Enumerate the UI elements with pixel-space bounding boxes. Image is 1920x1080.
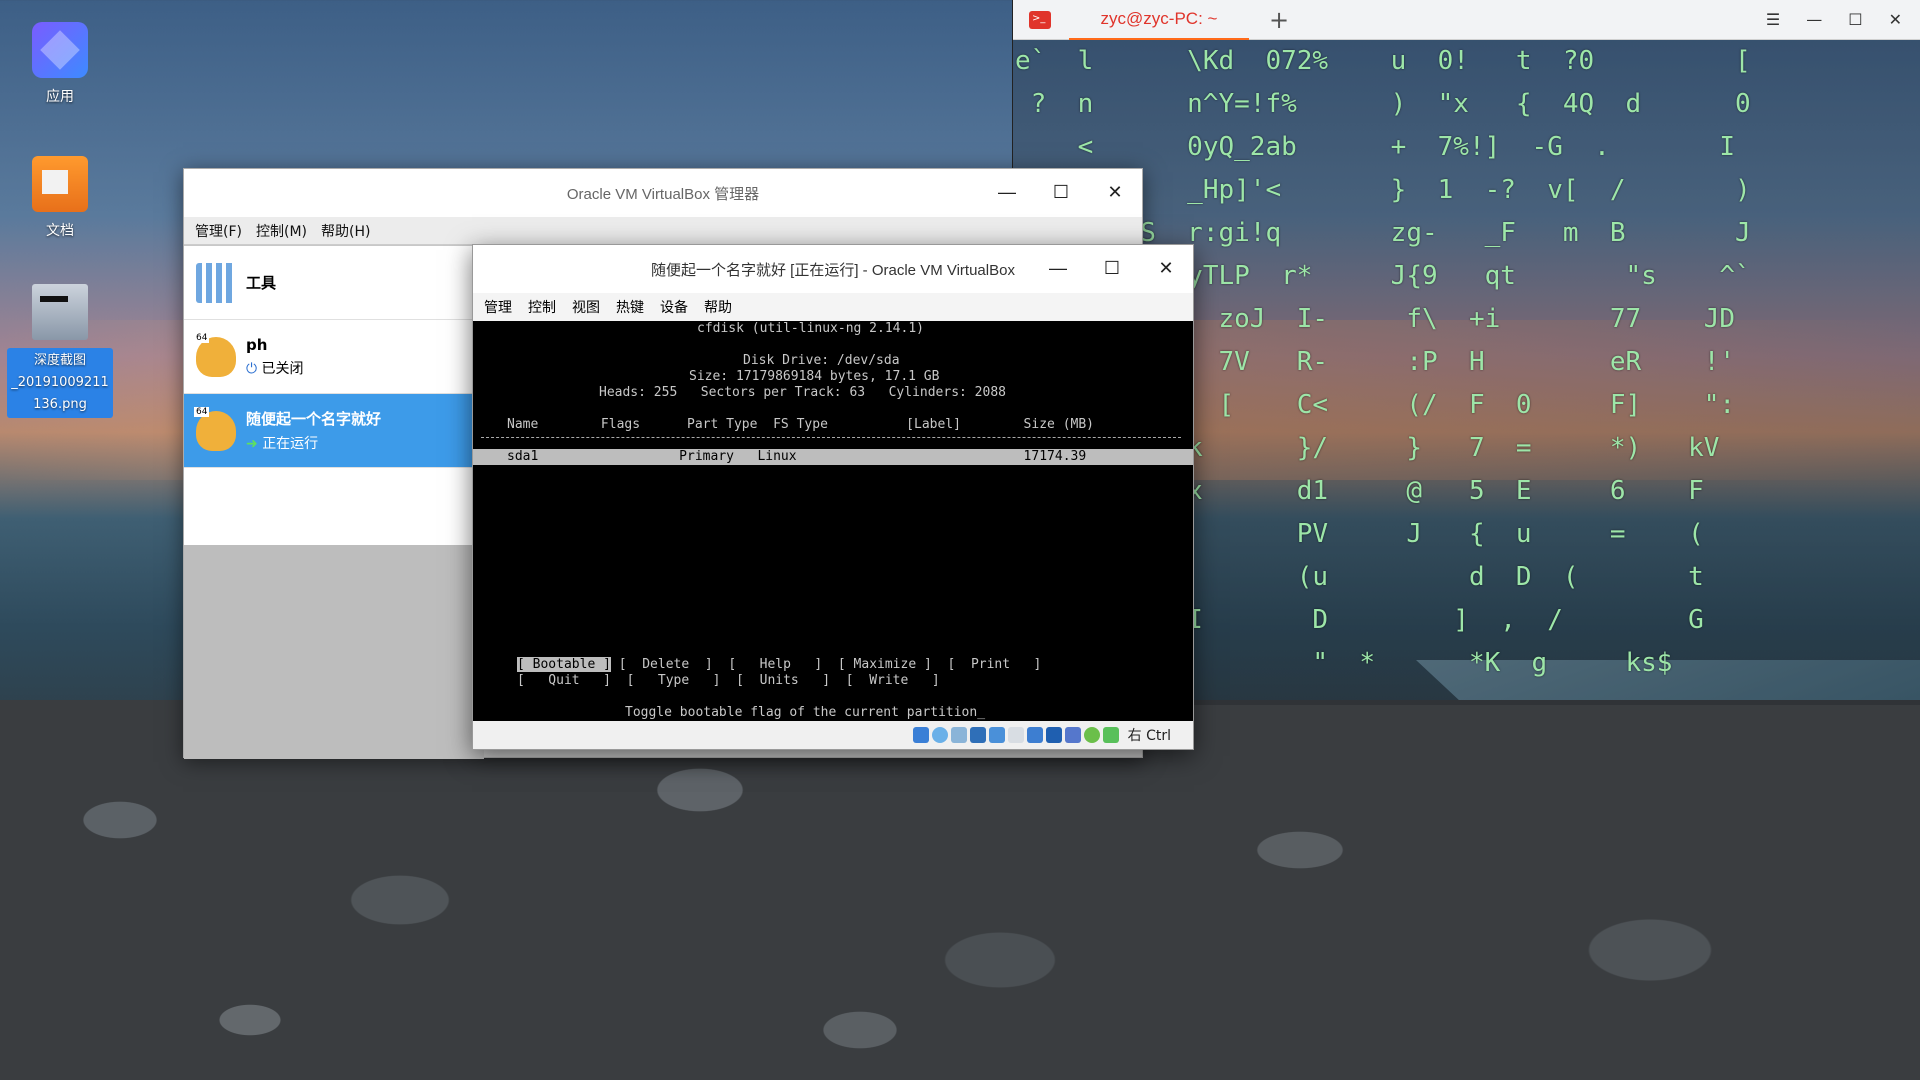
desktop-icon-label: 文档 xyxy=(46,223,74,239)
running-arrow-icon: ➜ xyxy=(246,436,258,452)
menu-icon[interactable]: ☰ xyxy=(1766,10,1780,29)
matrix-line: _Hp]'< } 1 -? v[ / ) xyxy=(1015,175,1751,205)
maximize-icon[interactable]: ☐ xyxy=(1085,245,1139,291)
vm-os-icon xyxy=(194,406,236,451)
close-icon[interactable]: ✕ xyxy=(1088,169,1142,215)
vm-item-ph[interactable]: ph ⏻ 已关闭 xyxy=(184,320,484,394)
power-off-icon: ⏻ xyxy=(246,360,258,377)
matrix-line: ? n n^Y=!f% ) "x { 4Q d 0 xyxy=(1015,89,1751,119)
cfdisk-header: cfdisk (util-linux-ng 2.14.1) xyxy=(697,321,924,336)
vt-x-icon[interactable] xyxy=(1064,727,1081,743)
menu-help[interactable]: 帮助 xyxy=(704,297,732,317)
menu-control[interactable]: 控制 xyxy=(528,297,556,317)
hdd-icon[interactable] xyxy=(912,727,929,743)
menu-control[interactable]: 控制(M) xyxy=(256,221,307,241)
desktop-icon-label: 应用 xyxy=(46,89,74,105)
close-icon[interactable]: ✕ xyxy=(1139,245,1193,291)
new-tab-icon[interactable]: + xyxy=(1269,6,1289,34)
menu-bar: 管理(F) 控制(M) 帮助(H) xyxy=(184,217,1142,245)
apps-icon xyxy=(32,22,88,78)
shared-folder-icon[interactable] xyxy=(1007,727,1024,743)
window-title: Oracle VM VirtualBox 管理器 xyxy=(566,185,760,203)
maximize-icon[interactable]: ☐ xyxy=(1848,10,1862,29)
menu-hotkey[interactable]: 热键 xyxy=(616,297,644,317)
network-icon[interactable] xyxy=(969,727,986,743)
maximize-icon[interactable]: ☐ xyxy=(1034,169,1088,215)
display-icon[interactable] xyxy=(1026,727,1043,743)
guest-additions-icon[interactable] xyxy=(1083,727,1100,743)
vm-list-empty xyxy=(184,545,484,759)
vm-status: 已关闭 xyxy=(261,360,304,377)
vm-os-icon xyxy=(194,332,236,377)
cfdisk-menu-row2[interactable]: [ Quit ] [ Type ] [ Units ] [ Write ] xyxy=(517,673,940,689)
recording-icon[interactable] xyxy=(1045,727,1062,743)
menu-devices[interactable]: 设备 xyxy=(660,297,688,317)
mouse-integration-icon[interactable] xyxy=(1102,727,1119,743)
vm-status-bar: 右 Ctrl xyxy=(473,721,1193,749)
menu-machine[interactable]: 管理 xyxy=(484,297,512,317)
usb-icon[interactable] xyxy=(988,727,1005,743)
vm-console[interactable]: cfdisk (util-linux-ng 2.14.1) Disk Drive… xyxy=(473,321,1193,721)
terminal-icon xyxy=(1029,10,1051,29)
vm-name: ph xyxy=(246,335,268,354)
matrix-line: < 0yQ_2ab + 7%!] -G . I xyxy=(1015,132,1736,162)
tools-item[interactable]: 工具 xyxy=(184,246,484,320)
minimize-icon[interactable]: — xyxy=(1806,10,1822,29)
window-titlebar: Oracle VM VirtualBox 管理器 — ☐ ✕ xyxy=(184,169,1142,217)
menu-help[interactable]: 帮助(H) xyxy=(321,221,370,241)
partition-table-header: Name Flags Part Type FS Type [Label] Siz… xyxy=(507,417,1094,432)
vm-status: 正在运行 xyxy=(262,436,319,452)
vm-list: 工具 ph ⏻ 已关闭 随便起一个名字就好 ➜ 正在运行 xyxy=(184,246,484,759)
audio-icon[interactable] xyxy=(950,727,967,743)
desktop-icon-apps[interactable]: 应用 xyxy=(0,22,120,106)
terminal-tab[interactable]: zyc@zyc-PC: ~ xyxy=(1069,0,1249,40)
desktop-icon-label: 深度截图 _20191009211 136.png xyxy=(7,348,113,418)
menu-options[interactable]: [ Delete ] [ Help ] [ Maximize ] [ Print… xyxy=(611,657,1042,672)
desktop-icon-screenshot[interactable]: 深度截图 _20191009211 136.png xyxy=(0,284,120,418)
close-icon[interactable]: ✕ xyxy=(1889,10,1902,29)
cfdisk-hint: Toggle bootable flag of the current part… xyxy=(625,705,986,720)
disk-size-line: Size: 17179869184 bytes, 17.1 GB xyxy=(689,369,940,384)
minimize-icon[interactable]: — xyxy=(1031,245,1085,291)
disk-geometry-line: Heads: 255 Sectors per Track: 63 Cylinde… xyxy=(599,385,1006,400)
minimize-icon[interactable]: — xyxy=(980,169,1034,215)
vm-name: 随便起一个名字就好 xyxy=(246,410,382,428)
desktop-icon-docs[interactable]: 文档 xyxy=(0,156,120,240)
window-titlebar: 随便起一个名字就好 [正在运行] - Oracle VM VirtualBox … xyxy=(473,245,1193,293)
terminal-titlebar: zyc@zyc-PC: ~ + ☰ — ☐ ✕ xyxy=(1013,0,1920,40)
bootable-option[interactable]: [ Bootable ] xyxy=(517,657,611,672)
partition-row-sda1[interactable]: sda1 Primary Linux 17174.39 xyxy=(473,449,1193,465)
optical-drive-icon[interactable] xyxy=(931,727,948,743)
vm-item-running[interactable]: 随便起一个名字就好 ➜ 正在运行 xyxy=(184,394,484,468)
cfdisk-menu-row1: [ Bootable ] [ Delete ] [ Help ] [ Maxim… xyxy=(517,657,1041,673)
menu-view[interactable]: 视图 xyxy=(572,297,600,317)
table-separator xyxy=(481,437,1181,438)
matrix-line: e` l \Kd 072% u 0! t ?0 [ xyxy=(1015,46,1751,76)
tools-icon xyxy=(196,262,236,303)
menu-manage[interactable]: 管理(F) xyxy=(195,221,242,241)
disk-drive-line: Disk Drive: /dev/sda xyxy=(743,353,900,368)
folder-icon xyxy=(32,156,88,212)
host-key-label: 右 Ctrl xyxy=(1127,728,1171,744)
image-file-icon xyxy=(32,284,88,340)
vm-window[interactable]: 随便起一个名字就好 [正在运行] - Oracle VM VirtualBox … xyxy=(472,244,1194,750)
menu-bar: 管理 控制 视图 热键 设备 帮助 xyxy=(473,293,1193,321)
window-title: 随便起一个名字就好 [正在运行] - Oracle VM VirtualBox xyxy=(651,261,1015,279)
tools-label: 工具 xyxy=(246,274,277,292)
